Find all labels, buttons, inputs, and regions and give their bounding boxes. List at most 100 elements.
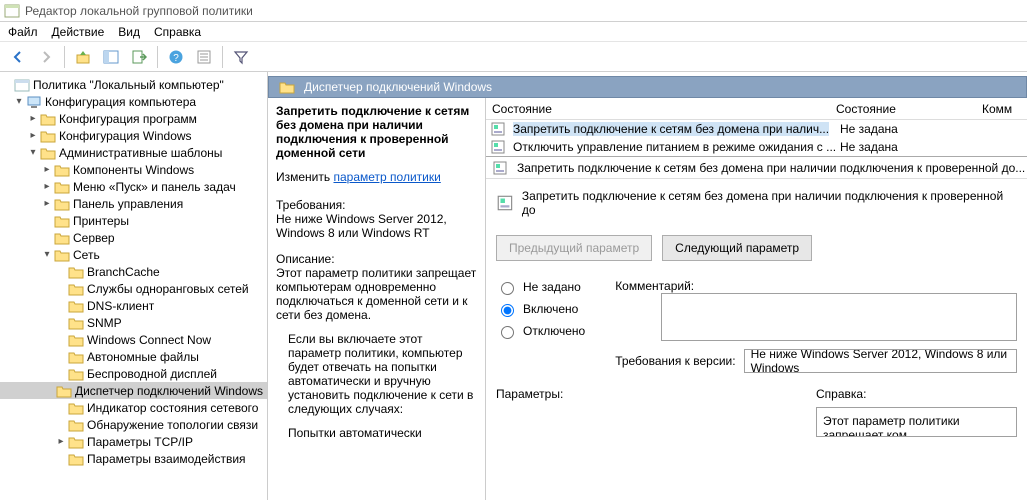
menu-help[interactable]: Справка [154, 25, 201, 39]
up-button[interactable] [71, 45, 95, 69]
folder-icon [54, 179, 70, 195]
folder-icon [54, 230, 70, 246]
help-text: Этот параметр политики запрещает ком [816, 407, 1017, 437]
description-text-2: Если вы включаете этот параметр политики… [276, 332, 477, 416]
tree-node[interactable]: DNS-клиент [87, 299, 154, 313]
tree-node[interactable]: Панель управления [73, 197, 183, 211]
help-button[interactable]: ? [164, 45, 188, 69]
tree-node[interactable]: BranchCache [87, 265, 160, 279]
menu-action[interactable]: Действие [52, 25, 105, 39]
list-item-name: Запретить подключение к сетям без домена… [513, 122, 829, 136]
toolbar: ? [0, 42, 1027, 72]
folder-icon [68, 332, 84, 348]
tree-node[interactable]: Конфигурация компьютера [45, 95, 196, 109]
edit-policy-link[interactable]: параметр политики [333, 170, 440, 184]
chevron-right-icon[interactable]: ▸ [26, 113, 40, 124]
show-hide-tree-button[interactable] [99, 45, 123, 69]
list-item[interactable]: Отключить управление питанием в режиме о… [486, 138, 1027, 156]
tree-node[interactable]: Компоненты Windows [73, 163, 194, 177]
dialog-banner-text: Запретить подключение к сетям без домена… [522, 189, 1017, 217]
export-button[interactable] [127, 45, 151, 69]
folder-icon [68, 281, 84, 297]
folder-icon [68, 400, 84, 416]
chevron-right-icon[interactable]: ▸ [40, 181, 54, 192]
tree-node[interactable]: Беспроводной дисплей [87, 367, 217, 381]
folder-icon [68, 349, 84, 365]
list-item-state: Не задана [840, 140, 986, 154]
tree-node[interactable]: SNMP [87, 316, 122, 330]
chevron-down-icon[interactable]: ▾ [26, 147, 40, 158]
tree-node[interactable]: Сервер [73, 231, 115, 245]
tree-node[interactable]: Конфигурация программ [59, 112, 197, 126]
policy-setting-dialog: Запретить подключение к сетям без домена… [486, 156, 1027, 500]
tree-node[interactable]: Принтеры [73, 214, 129, 228]
setting-description-pane: Запретить подключение к сетям без домена… [268, 98, 486, 500]
tree-node[interactable]: Автономные файлы [87, 350, 199, 364]
window-title: Редактор локальной групповой политики [25, 4, 253, 18]
col-header-comment[interactable]: Комм [982, 102, 1027, 116]
folder-icon [54, 247, 70, 263]
tree-node[interactable]: Параметры взаимодействия [87, 452, 246, 466]
chevron-right-icon[interactable]: ▸ [54, 436, 68, 447]
tree-node[interactable]: Меню «Пуск» и панель задач [73, 180, 236, 194]
chevron-right-icon[interactable]: ▸ [26, 130, 40, 141]
radio-disabled[interactable]: Отключено [496, 323, 585, 339]
filter-button[interactable] [229, 45, 253, 69]
folder-icon [54, 213, 70, 229]
content-pane: Диспетчер подключений Windows Запретить … [268, 72, 1027, 500]
folder-icon [40, 128, 56, 144]
back-button[interactable] [6, 45, 30, 69]
toolbar-separator [64, 46, 65, 68]
tree-node[interactable]: Административные шаблоны [59, 146, 222, 160]
tree-node[interactable]: Параметры TCP/IP [87, 435, 193, 449]
description-text: Этот параметр политики запрещает компьют… [276, 266, 477, 322]
radio-enabled[interactable]: Включено [496, 301, 585, 317]
col-header-setting[interactable]: Состояние [486, 102, 836, 116]
tree-node[interactable]: Windows Connect Now [87, 333, 211, 347]
tree-node-selected[interactable]: Диспетчер подключений Windows [75, 384, 263, 398]
svg-text:?: ? [173, 53, 179, 64]
chevron-down-icon[interactable]: ▾ [12, 96, 26, 107]
settings-list-header[interactable]: Состояние Состояние Комм [486, 98, 1027, 120]
properties-button[interactable] [192, 45, 216, 69]
state-radio-group: Не задано Включено Отключено [496, 279, 585, 373]
list-item[interactable]: Запретить подключение к сетям без домена… [486, 120, 1027, 138]
folder-icon [68, 451, 84, 467]
tree-node[interactable]: Обнаружение топологии связи [87, 418, 258, 432]
dialog-title: Запретить подключение к сетям без домена… [517, 161, 1025, 175]
chevron-down-icon[interactable]: ▾ [40, 249, 54, 260]
next-setting-button[interactable]: Следующий параметр [662, 235, 812, 261]
category-title: Диспетчер подключений Windows [304, 80, 492, 94]
help-label: Справка: [816, 387, 1017, 401]
title-bar: Редактор локальной групповой политики [0, 0, 1027, 22]
tree-root[interactable]: Политика "Локальный компьютер" [33, 78, 224, 92]
tree-node[interactable]: Службы одноранговых сетей [87, 282, 249, 296]
chevron-right-icon[interactable]: ▸ [40, 164, 54, 175]
comment-textarea[interactable] [661, 293, 1017, 341]
dialog-titlebar: Запретить подключение к сетям без домена… [486, 157, 1027, 179]
folder-icon [56, 383, 72, 399]
folder-icon [68, 264, 84, 280]
folder-icon [54, 162, 70, 178]
policy-tree[interactable]: Политика "Локальный компьютер" ▾ Конфигу… [0, 76, 267, 467]
tree-node[interactable]: Конфигурация Windows [59, 129, 192, 143]
folder-icon [68, 315, 84, 331]
folder-icon [68, 298, 84, 314]
col-header-state[interactable]: Состояние [836, 102, 982, 116]
description-label: Описание: [276, 252, 477, 266]
menu-bar: Файл Действие Вид Справка [0, 22, 1027, 42]
radio-notset[interactable]: Не задано [496, 279, 585, 295]
folder-icon [40, 145, 56, 161]
chevron-right-icon[interactable]: ▸ [40, 198, 54, 209]
tree-node[interactable]: Сеть [73, 248, 100, 262]
setting-title: Запретить подключение к сетям без домена… [276, 104, 477, 160]
edit-label: Изменить [276, 170, 330, 184]
tree-node[interactable]: Индикатор состояния сетевого [87, 401, 258, 415]
folder-icon [68, 366, 84, 382]
list-item-state: Не задана [840, 122, 986, 136]
menu-file[interactable]: Файл [8, 25, 38, 39]
policy-root-icon [14, 77, 30, 93]
menu-view[interactable]: Вид [118, 25, 140, 39]
forward-button[interactable] [34, 45, 58, 69]
params-label: Параметры: [496, 387, 776, 401]
